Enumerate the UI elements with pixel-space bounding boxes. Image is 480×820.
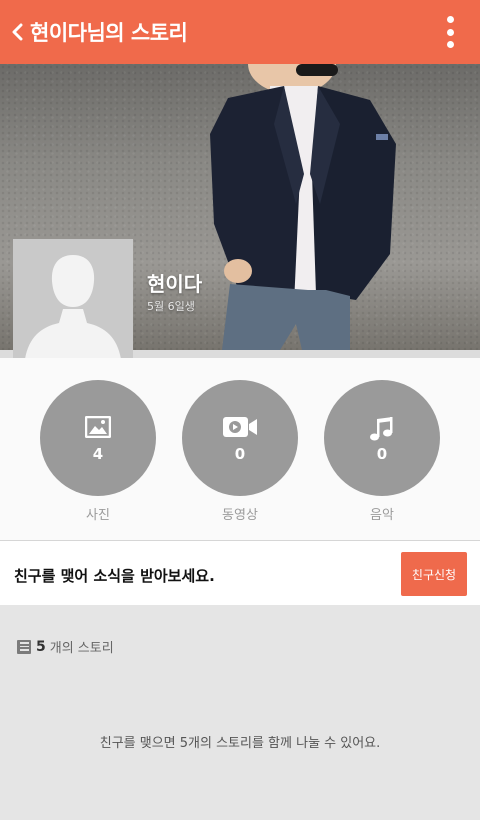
friend-request-message: 친구를 맺어 소식을 받아보세요. xyxy=(14,567,215,585)
photo-count-circle[interactable]: 4 xyxy=(40,380,156,496)
media-summary: 4 사진 0 동영상 0 음악 xyxy=(0,358,480,540)
avatar[interactable] xyxy=(13,239,133,359)
chevron-left-icon xyxy=(12,23,23,41)
story-empty-message: 친구를 맺으면 5개의 스토리를 함께 나눌 수 있어요. xyxy=(99,736,381,751)
video-camera-icon xyxy=(223,417,257,437)
story-count: 5 xyxy=(36,638,46,655)
image-icon xyxy=(85,416,111,438)
music-label: 음악 xyxy=(370,508,394,523)
video-count-circle[interactable]: 0 xyxy=(182,380,298,496)
photo-count: 4 xyxy=(92,445,104,463)
list-icon xyxy=(17,639,31,654)
person-silhouette-icon xyxy=(13,239,133,359)
friend-request-bar: 친구를 맺어 소식을 받아보세요. 친구신청 xyxy=(0,540,480,605)
media-item-video[interactable]: 0 동영상 xyxy=(181,380,299,523)
more-vert-icon xyxy=(446,16,454,23)
more-menu-button[interactable] xyxy=(444,16,456,48)
video-count: 0 xyxy=(234,445,246,463)
friend-request-button[interactable]: 친구신청 xyxy=(401,552,467,596)
profile-birthday: 5월 6일생 xyxy=(147,300,195,313)
cover-child-figure xyxy=(210,64,396,350)
video-label: 동영상 xyxy=(222,508,258,523)
story-header: 5 개의 스토리 xyxy=(17,637,114,656)
music-note-icon xyxy=(370,417,393,441)
story-count-label: 개의 스토리 xyxy=(49,641,114,656)
page-title: 현이다님의 스토리 xyxy=(30,21,188,45)
back-button[interactable] xyxy=(6,21,28,43)
profile-name: 현이다 xyxy=(147,272,203,296)
media-item-music[interactable]: 0 음악 xyxy=(323,380,441,523)
story-section: 5 개의 스토리 친구를 맺으면 5개의 스토리를 함께 나눌 수 있어요. xyxy=(0,605,480,820)
media-item-photo[interactable]: 4 사진 xyxy=(39,380,157,523)
music-count-circle[interactable]: 0 xyxy=(324,380,440,496)
app-bar: 현이다님의 스토리 xyxy=(0,0,480,64)
photo-label: 사진 xyxy=(86,508,110,523)
music-count: 0 xyxy=(376,445,388,463)
